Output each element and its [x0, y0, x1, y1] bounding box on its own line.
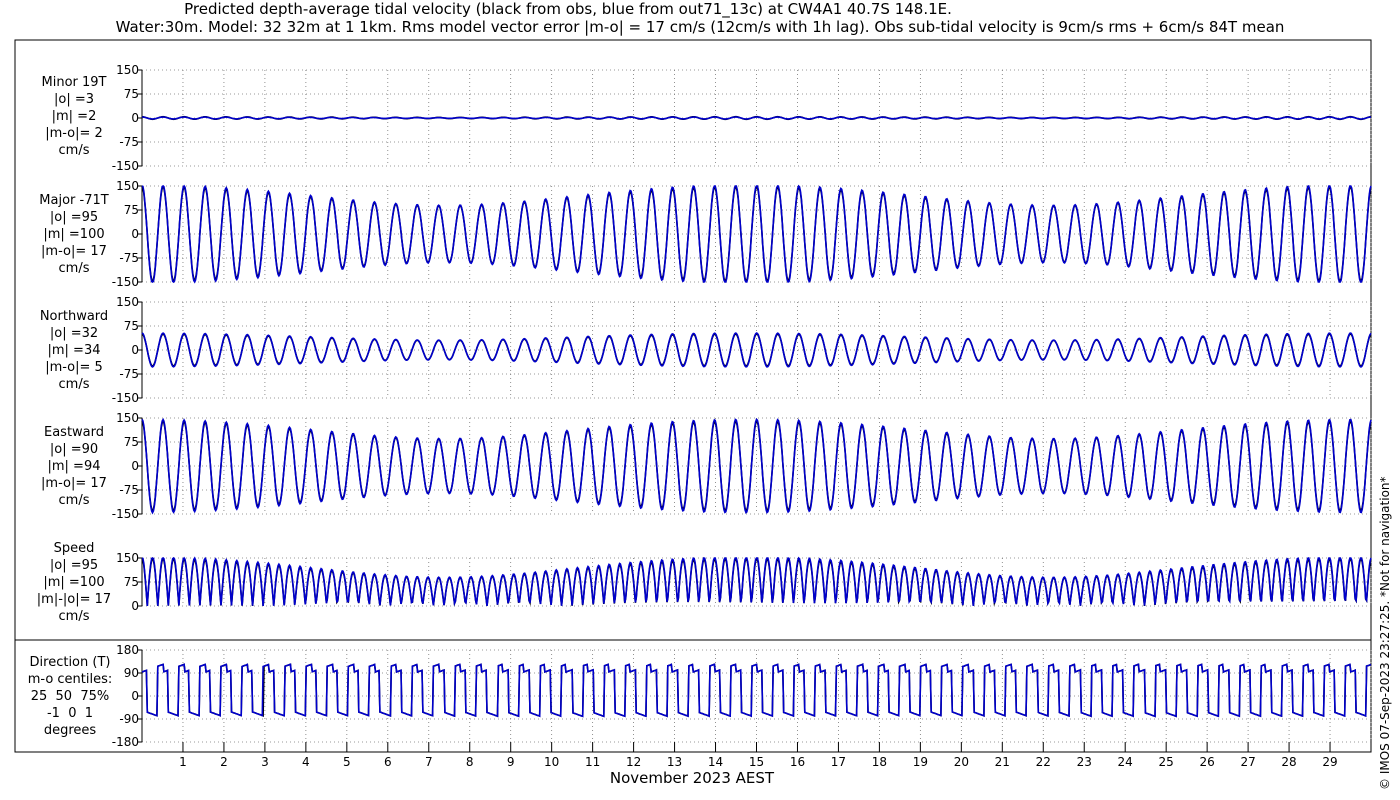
x-tick-label: 23	[1077, 755, 1092, 769]
upper-frame	[14, 39, 1372, 641]
x-tick-label: 17	[831, 755, 846, 769]
y-tick-label: 75	[124, 87, 139, 101]
y-tick-label: -75	[119, 483, 139, 497]
y-tick-label: 180	[116, 643, 139, 657]
x-tick-label: 1	[179, 755, 187, 769]
x-tick-label: 25	[1159, 755, 1174, 769]
y-tick-label: 0	[131, 343, 139, 357]
y-tick-label: 75	[124, 435, 139, 449]
y-tick-label: 75	[124, 203, 139, 217]
y-tick-label: -150	[112, 507, 139, 521]
x-tick-label: 6	[384, 755, 392, 769]
y-tick-label: -75	[119, 367, 139, 381]
y-tick-label: -180	[112, 735, 139, 749]
x-tick-label: 27	[1240, 755, 1255, 769]
y-tick-label: 90	[124, 666, 139, 680]
x-tick-label: 16	[790, 755, 805, 769]
y-tick-label: -90	[119, 712, 139, 726]
copyright-notice: © IMOS 07-Sep-2023 23:27:25. *Not for na…	[1378, 476, 1392, 790]
y-tick-label: -150	[112, 275, 139, 289]
x-tick-label: 7	[425, 755, 433, 769]
y-tick-label: -75	[119, 135, 139, 149]
x-tick-label: 9	[507, 755, 515, 769]
x-tick-label: 24	[1118, 755, 1133, 769]
y-tick-label: 0	[131, 459, 139, 473]
x-tick-label: 20	[954, 755, 969, 769]
y-tick-label: 75	[124, 575, 139, 589]
y-tick-label: -150	[112, 159, 139, 173]
x-tick-label: 14	[708, 755, 723, 769]
y-tick-label: 150	[116, 179, 139, 193]
x-tick-label: 11	[585, 755, 600, 769]
x-tick-label: 18	[872, 755, 887, 769]
x-tick-label: 5	[343, 755, 351, 769]
x-tick-label: 2	[220, 755, 228, 769]
x-tick-label: 28	[1281, 755, 1296, 769]
x-axis-label: November 2023 AEST	[610, 769, 775, 787]
x-tick-label: 21	[995, 755, 1010, 769]
x-tick-label: 29	[1322, 755, 1337, 769]
x-tick-label: 3	[261, 755, 269, 769]
y-tick-label: -150	[112, 391, 139, 405]
y-tick-label: 0	[131, 111, 139, 125]
x-tick-label: 8	[466, 755, 474, 769]
x-tick-label: 19	[913, 755, 928, 769]
x-tick-label: 10	[544, 755, 559, 769]
tidal-velocity-chart: -150-75075150-150-75075150-150-75075150-…	[14, 39, 1372, 787]
y-tick-label: 0	[131, 227, 139, 241]
y-tick-label: 150	[116, 551, 139, 565]
y-tick-label: 150	[116, 411, 139, 425]
x-tick-label: 4	[302, 755, 310, 769]
x-tick-label: 26	[1199, 755, 1214, 769]
y-tick-label: 0	[131, 599, 139, 613]
y-tick-label: 75	[124, 319, 139, 333]
y-tick-label: 150	[116, 63, 139, 77]
y-tick-label: 150	[116, 295, 139, 309]
y-tick-label: -75	[119, 251, 139, 265]
x-tick-label: 13	[667, 755, 682, 769]
x-tick-label: 15	[749, 755, 764, 769]
x-tick-label: 12	[626, 755, 641, 769]
x-tick-label: 22	[1036, 755, 1051, 769]
y-tick-label: 0	[131, 689, 139, 703]
